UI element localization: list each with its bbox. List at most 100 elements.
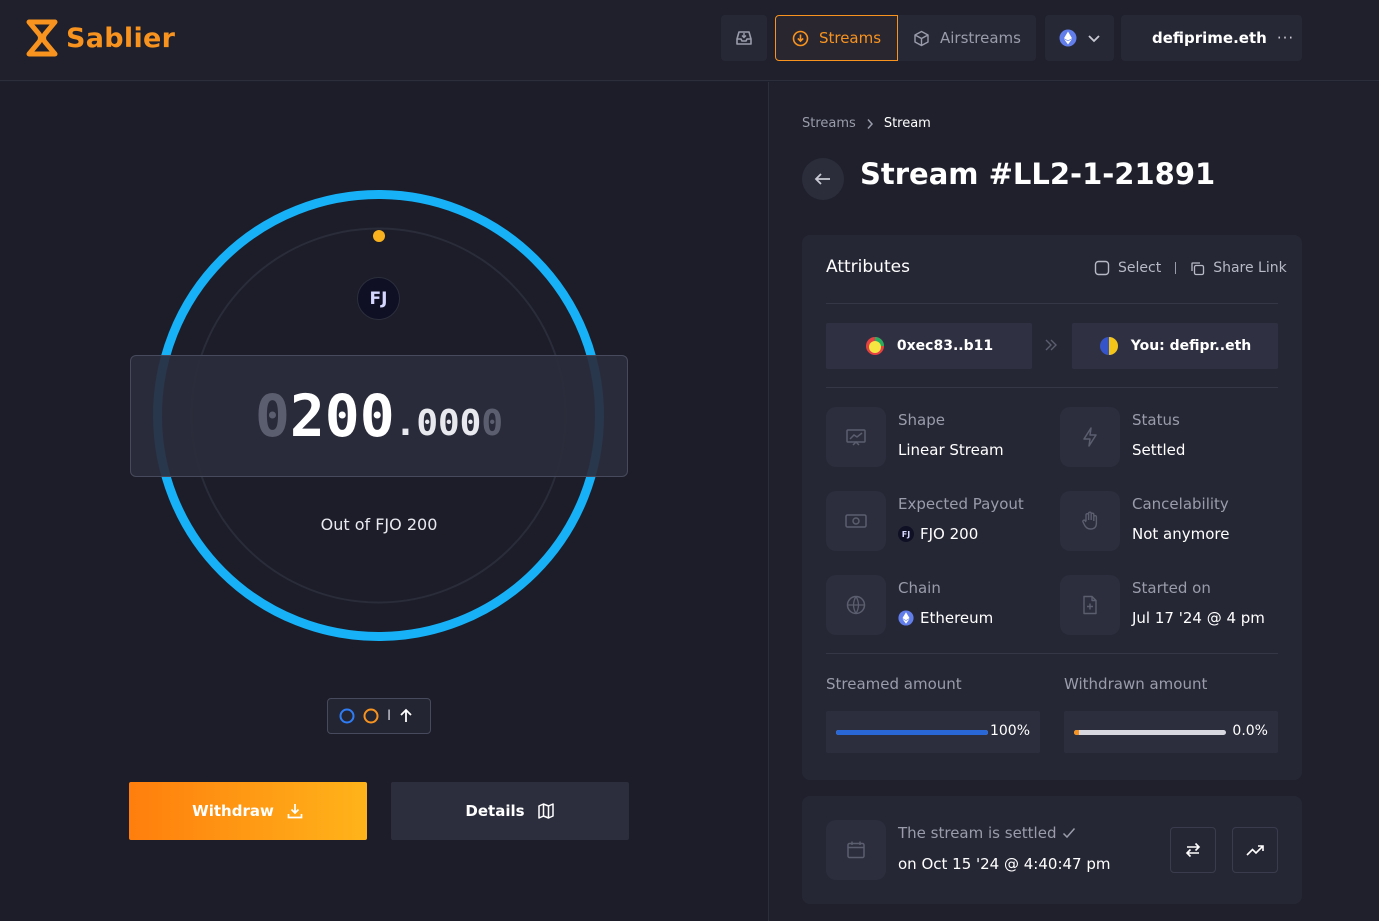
divider (826, 387, 1278, 388)
withdraw-label: Withdraw (192, 802, 274, 820)
recipient-address-text: You: defipr..eth (1130, 338, 1252, 354)
attr-label: Chain (898, 579, 941, 597)
lightning-icon (1060, 407, 1120, 467)
attributes-title: Attributes (826, 257, 910, 277)
amount-integer: 200 (289, 382, 395, 450)
withdrawn-progress-fill (1074, 730, 1079, 735)
ethereum-icon (898, 610, 914, 626)
chart-icon (826, 407, 886, 467)
cash-icon (826, 491, 886, 551)
sender-avatar-icon (865, 337, 884, 355)
transfer-button[interactable] (1170, 827, 1216, 873)
amount-leading-digit: 0 (254, 382, 290, 450)
attr-expected-payout: Expected Payout FJ FJO 200 (826, 491, 1056, 553)
out-of-total: Out of FJO 200 (320, 515, 438, 534)
withdrawn-progress: 0.0% (1064, 711, 1278, 753)
streamed-progress: 100% (826, 711, 1040, 753)
sender-address-text: 0xec83..b11 (896, 338, 994, 354)
divider (826, 303, 1278, 304)
token-logo: FJ (357, 277, 400, 320)
attr-chain: Chain Ethereum (826, 575, 1056, 637)
tab-airstreams-label: Airstreams (940, 29, 1021, 47)
withdraw-button[interactable]: Withdraw (129, 782, 367, 840)
streamed-amount-label: Streamed amount (826, 675, 962, 693)
trend-button[interactable] (1232, 827, 1278, 873)
ethereum-icon (1059, 29, 1076, 47)
sender-address[interactable]: 0xec83..b11 (826, 323, 1032, 369)
attr-value: Settled (1132, 441, 1186, 459)
breadcrumb-streams[interactable]: Streams (802, 116, 856, 131)
download-circle-icon (792, 30, 809, 46)
chevron-down-icon (1087, 35, 1100, 43)
breadcrumb-current: Stream (883, 116, 931, 131)
arrow-left-icon (814, 173, 830, 185)
top-bar: Sablier Streams Airstreams defiprime.eth… (0, 0, 1379, 81)
ring-legend[interactable]: I (327, 698, 431, 734)
amount-decimals: 000 (416, 402, 482, 444)
details-label: Details (465, 802, 525, 820)
actions-separator (1175, 262, 1177, 274)
withdrawn-amount-label: Withdrawn amount (1064, 675, 1208, 693)
check-icon (1063, 828, 1076, 839)
settled-date: on Oct 15 '24 @ 4:40:47 pm (898, 855, 1111, 873)
box-icon (914, 30, 929, 46)
chain-value: Ethereum (920, 609, 994, 627)
withdrawn-circle-icon (363, 708, 379, 724)
tab-streams-label: Streams (818, 29, 882, 47)
streamed-amount-display: 0 200 . 000 0 (130, 355, 628, 477)
streamed-progress-track (836, 730, 988, 735)
back-button[interactable] (802, 158, 844, 200)
inbox-icon (736, 31, 752, 45)
tab-airstreams[interactable]: Airstreams (898, 15, 1036, 61)
progress-marker-dot (373, 230, 385, 242)
recipient-address[interactable]: You: defipr..eth (1072, 323, 1278, 369)
inbox-button[interactable] (721, 15, 767, 61)
attr-started-on: Started on Jul 17 '24 @ 4 pm (1060, 575, 1290, 637)
map-icon (537, 803, 554, 819)
recipient-avatar-icon (1099, 337, 1118, 355)
streamed-percent: 100% (989, 723, 1030, 739)
attr-status: Status Settled (1060, 407, 1290, 469)
attributes-actions: Select Share Link (1094, 260, 1287, 276)
chain-selector[interactable] (1045, 15, 1114, 61)
share-link-button[interactable]: Share Link (1213, 260, 1287, 276)
hourglass-icon (26, 19, 58, 57)
swap-arrows-icon (1185, 842, 1201, 858)
attr-value: Ethereum (898, 609, 993, 627)
attr-label: Expected Payout (898, 495, 1024, 513)
legend-separator: I (387, 708, 392, 724)
page-title: Stream #LL2-1-21891 (860, 157, 1216, 191)
payout-value: FJO 200 (920, 525, 979, 543)
streamed-progress-fill (836, 730, 988, 735)
account-name: defiprime.eth (1152, 29, 1267, 47)
copy-icon (1191, 261, 1205, 275)
chevron-right-icon (867, 118, 873, 129)
checkbox-icon[interactable] (1094, 260, 1110, 276)
amount-trailing-digit: 0 (481, 402, 504, 444)
double-chevron-right-icon (1045, 339, 1057, 351)
details-button[interactable]: Details (391, 782, 629, 840)
withdrawn-progress-track (1074, 730, 1226, 735)
more-icon: ··· (1276, 29, 1295, 47)
settled-text: The stream is settled (898, 824, 1057, 842)
breadcrumb: Streams Stream (802, 116, 931, 131)
attr-label: Status (1132, 411, 1180, 429)
attr-label: Cancelability (1132, 495, 1229, 513)
tab-streams[interactable]: Streams (775, 15, 898, 61)
attr-value: FJ FJO 200 (898, 525, 978, 543)
arrow-up-icon (400, 708, 412, 722)
select-button[interactable]: Select (1118, 260, 1161, 276)
streamed-circle-icon (339, 708, 355, 724)
amount-dot: . (394, 402, 417, 444)
divider (826, 653, 1278, 654)
attr-value: Linear Stream (898, 441, 1004, 459)
attr-label: Started on (1132, 579, 1211, 597)
account-button[interactable]: defiprime.eth ··· (1121, 15, 1302, 61)
trending-up-icon (1246, 845, 1264, 856)
attr-shape: Shape Linear Stream (826, 407, 1056, 469)
calendar-icon (826, 820, 886, 880)
attr-value: Jul 17 '24 @ 4 pm (1132, 609, 1265, 627)
hand-icon (1060, 491, 1120, 551)
sablier-logo[interactable]: Sablier (26, 19, 175, 57)
globe-icon (826, 575, 886, 635)
